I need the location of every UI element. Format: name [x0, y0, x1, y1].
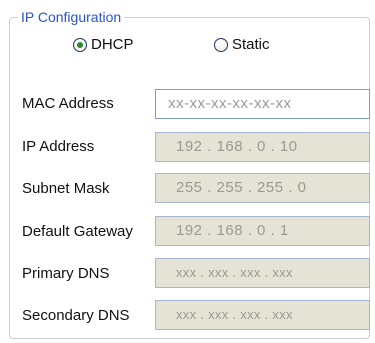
radio-static-indicator-icon[interactable] — [214, 38, 228, 52]
secondary-dns-label: Secondary DNS — [22, 307, 130, 324]
radio-dhcp-indicator-icon[interactable] — [73, 38, 87, 52]
group-title: IP Configuration — [18, 9, 125, 25]
ip-address-field: 192 . 168 . 0 . 10 — [155, 132, 370, 162]
radio-static[interactable]: Static — [214, 36, 270, 54]
radio-static-label[interactable]: Static — [232, 36, 270, 54]
default-gateway-label: Default Gateway — [22, 223, 133, 240]
mac-address-field[interactable]: xx-xx-xx-xx-xx-xx — [155, 89, 370, 119]
subnet-mask-field: 255 . 255 . 255 . 0 — [155, 173, 370, 203]
subnet-mask-label: Subnet Mask — [22, 180, 110, 197]
ip-address-label: IP Address — [22, 138, 95, 155]
primary-dns-field: xxx . xxx . xxx . xxx — [155, 258, 370, 288]
primary-dns-label: Primary DNS — [22, 265, 110, 282]
radio-dhcp-label[interactable]: DHCP — [91, 36, 134, 54]
default-gateway-field: 192 . 168 . 0 . 1 — [155, 216, 370, 246]
mac-address-label: MAC Address — [22, 95, 114, 112]
secondary-dns-field: xxx . xxx . xxx . xxx — [155, 300, 370, 330]
radio-dhcp[interactable]: DHCP — [73, 36, 134, 54]
